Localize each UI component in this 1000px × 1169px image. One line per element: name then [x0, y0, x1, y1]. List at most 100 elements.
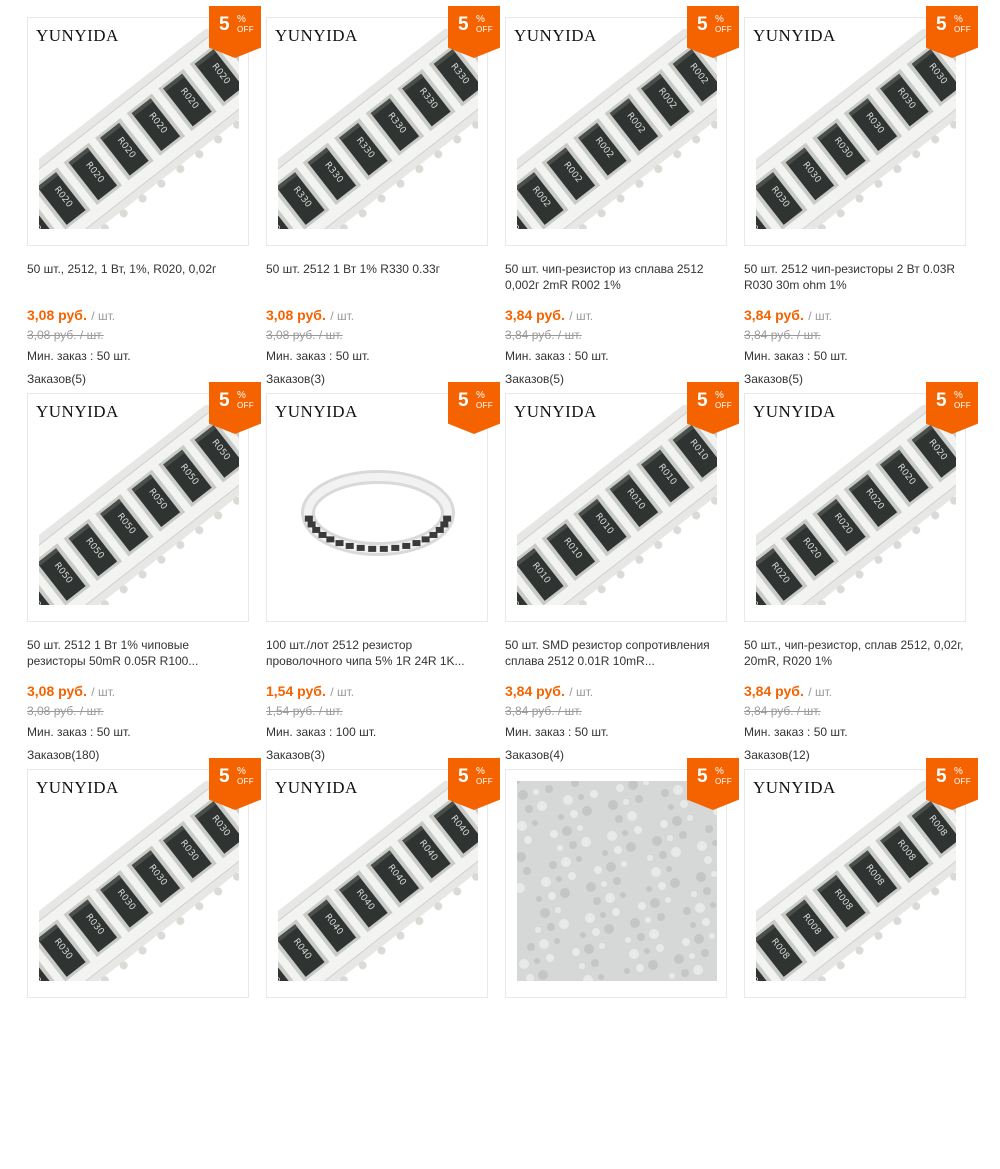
brand-watermark: YUNYIDA [275, 402, 358, 421]
discount-badge: 5% OFF [448, 6, 500, 58]
discount-value: 5 [458, 766, 469, 787]
price-unit: / шт. [569, 685, 594, 699]
brand-watermark: YUNYIDA [753, 778, 836, 797]
price: 3,08 руб. / шт. [27, 307, 115, 325]
old-price: 3,84 руб. / шт. [505, 704, 582, 718]
discount-badge: 5% OFF [209, 382, 261, 434]
chip-resistor-tape-icon: R020R020R020R020R020R020R020R020R020 [756, 405, 956, 605]
price-unit: / шт. [330, 309, 355, 323]
discount-percent-sign: % [954, 390, 963, 401]
discount-off-label: OFF [954, 401, 971, 410]
brand-watermark: YUNYIDA [36, 402, 119, 421]
discount-value: 5 [458, 14, 469, 35]
texture-photo-icon [517, 781, 717, 981]
price-unit: / шт. [569, 309, 594, 323]
price-value: 1,54 руб. [266, 683, 326, 699]
min-order: Мин. заказ : 50 шт. [27, 725, 131, 739]
discount-value: 5 [697, 766, 708, 787]
brand-watermark: YUNYIDA [753, 402, 836, 421]
discount-percent-sign: % [715, 390, 724, 401]
discount-off-label: OFF [237, 401, 254, 410]
price-value: 3,84 руб. [744, 307, 804, 323]
discount-percent-sign: % [476, 766, 485, 777]
discount-badge: 5% OFF [687, 382, 739, 434]
orders-count[interactable]: Заказов(3) [266, 372, 325, 386]
brand-watermark: YUNYIDA [36, 26, 119, 45]
price-unit: / шт. [330, 685, 355, 699]
discount-badge: 5% OFF [448, 382, 500, 434]
price-unit: / шт. [808, 685, 833, 699]
price: 3,84 руб. / шт. [744, 307, 832, 325]
product-card: R002R002R002R002R002R002R002R002R002YUNY… [505, 6, 739, 417]
price-value: 3,08 руб. [27, 307, 87, 323]
discount-value: 5 [458, 390, 469, 411]
product-title-link[interactable]: 50 шт., 2512, 1 Вт, 1%, R020, 0,02г [27, 261, 249, 277]
old-price: 3,08 руб. / шт. [27, 704, 104, 718]
discount-value: 5 [936, 14, 947, 35]
product-card: R030R030R030R030R030R030R030R030R030YUNY… [744, 6, 978, 417]
price-value: 3,84 руб. [505, 683, 565, 699]
discount-badge: 5% OFF [926, 382, 978, 434]
product-title-link[interactable]: 50 шт., чип-резистор, сплав 2512, 0,02г,… [744, 637, 966, 669]
discount-percent-sign: % [476, 14, 485, 25]
min-order: Мин. заказ : 50 шт. [266, 349, 370, 363]
price-unit: / шт. [808, 309, 833, 323]
product-card: R030R030R030R030R030R030R030R030R030YUNY… [27, 758, 261, 1169]
product-title-link[interactable]: 50 шт. 2512 1 Вт 1% R330 0.33г [266, 261, 488, 277]
price: 3,08 руб. / шт. [266, 307, 354, 325]
price-unit: / шт. [91, 309, 116, 323]
orders-count[interactable]: Заказов(5) [27, 372, 86, 386]
discount-value: 5 [697, 390, 708, 411]
discount-value: 5 [219, 390, 230, 411]
discount-off-label: OFF [476, 401, 493, 410]
discount-off-label: OFF [715, 25, 732, 34]
discount-badge: 5% OFF [687, 6, 739, 58]
product-card: YUNYIDA 5% OFF 100 шт./лот 2512 резистор пр… [266, 382, 500, 793]
discount-value: 5 [936, 390, 947, 411]
price-unit: / шт. [91, 685, 116, 699]
chip-resistor-tape-icon: R020R020R020R020R020R020R020R020R020 [39, 29, 239, 229]
discount-value: 5 [936, 766, 947, 787]
price: 3,84 руб. / шт. [744, 683, 832, 701]
price-value: 3,08 руб. [266, 307, 326, 323]
product-card: R010R010R010R010R010R010R010R010R010YUNY… [505, 382, 739, 793]
orders-count[interactable]: Заказов(12) [744, 748, 810, 762]
orders-count[interactable]: Заказов(5) [505, 372, 564, 386]
chip-resistor-tape-icon: R008R008R008R008R008R008R008R008R008 [756, 781, 956, 981]
orders-count[interactable]: Заказов(5) [744, 372, 803, 386]
old-price: 3,84 руб. / шт. [505, 328, 582, 342]
brand-watermark: YUNYIDA [275, 778, 358, 797]
orders-count[interactable]: Заказов(180) [27, 748, 99, 762]
discount-off-label: OFF [237, 777, 254, 786]
chip-resistor-tape-icon: R002R002R002R002R002R002R002R002R002 [517, 29, 717, 229]
price-value: 3,84 руб. [744, 683, 804, 699]
product-title-link[interactable]: 100 шт./лот 2512 резистор проволочного ч… [266, 637, 488, 669]
discount-off-label: OFF [237, 25, 254, 34]
orders-count[interactable]: Заказов(4) [505, 748, 564, 762]
product-title-link[interactable]: 50 шт. чип-резистор из сплава 2512 0,002… [505, 261, 727, 293]
product-card: R008R008R008R008R008R008R008R008R008YUNY… [744, 758, 978, 1169]
product-card: R020R020R020R020R020R020R020R020R020YUNY… [744, 382, 978, 793]
product-title-link[interactable]: 50 шт. 2512 1 Вт 1% чиповые резисторы 50… [27, 637, 249, 669]
product-title-link[interactable]: 50 шт. SMD резистор сопротивления сплава… [505, 637, 727, 669]
discount-value: 5 [697, 14, 708, 35]
min-order: Мин. заказ : 50 шт. [744, 725, 848, 739]
brand-watermark: YUNYIDA [753, 26, 836, 45]
product-title-link[interactable]: 50 шт. 2512 чип-резисторы 2 Вт 0.03R R03… [744, 261, 966, 293]
orders-count[interactable]: Заказов(3) [266, 748, 325, 762]
product-card: 5% OFF [505, 758, 739, 1169]
brand-watermark: YUNYIDA [514, 26, 597, 45]
price: 3,84 руб. / шт. [505, 307, 593, 325]
min-order: Мин. заказ : 50 шт. [27, 349, 131, 363]
discount-off-label: OFF [476, 777, 493, 786]
min-order: Мин. заказ : 50 шт. [505, 725, 609, 739]
discount-value: 5 [219, 766, 230, 787]
discount-off-label: OFF [954, 25, 971, 34]
product-card: R020R020R020R020R020R020R020R020R020YUNY… [27, 6, 261, 417]
old-price: 3,08 руб. / шт. [266, 328, 343, 342]
discount-off-label: OFF [715, 777, 732, 786]
product-card: R330R330R330R330R330R330R330R330R330YUNY… [266, 6, 500, 417]
discount-percent-sign: % [237, 14, 246, 25]
old-price: 1,54 руб. / шт. [266, 704, 343, 718]
resistor-reel-icon [278, 405, 478, 605]
